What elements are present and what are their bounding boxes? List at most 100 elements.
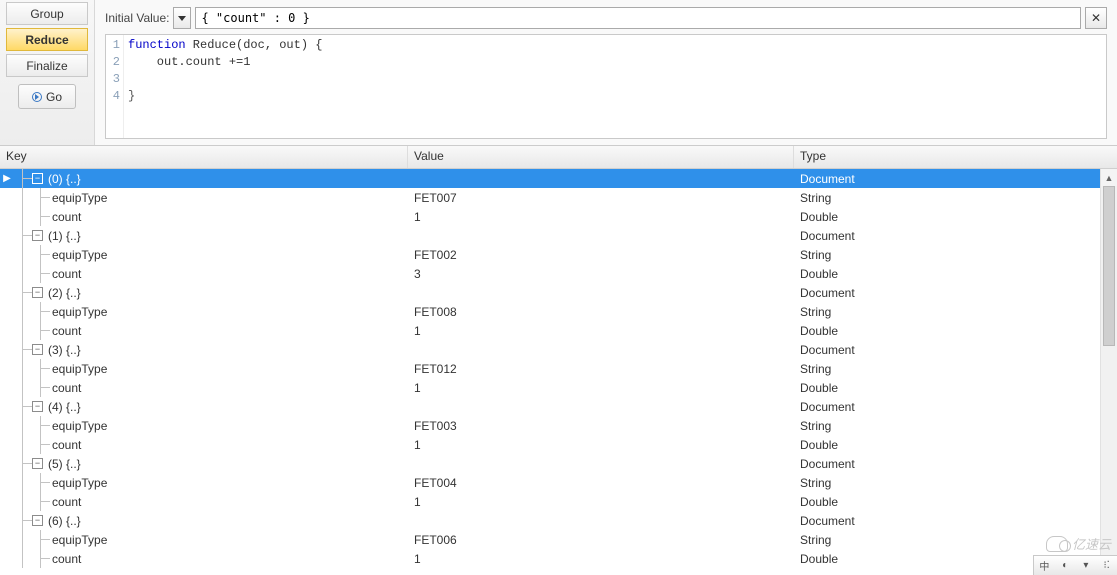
tree-field-row[interactable]: equipTypeFET006String — [0, 530, 1117, 549]
results-header: Key Value Type — [0, 146, 1117, 169]
column-type[interactable]: Type — [794, 146, 1117, 168]
field-type: Document — [794, 229, 1117, 243]
field-type: Double — [794, 324, 1117, 338]
field-value: FET006 — [408, 533, 794, 547]
field-type: Document — [794, 514, 1117, 528]
collapse-icon[interactable]: − — [32, 401, 43, 412]
tree-field-row[interactable]: count 1Double — [0, 321, 1117, 340]
scroll-up-icon[interactable]: ▲ — [1101, 169, 1117, 186]
tree-guide — [32, 473, 50, 492]
column-key[interactable]: Key — [0, 146, 408, 168]
field-value: 3 — [408, 267, 794, 281]
initial-value-input[interactable] — [195, 7, 1081, 29]
tree-field-row[interactable]: count3Double — [0, 264, 1117, 283]
field-value: 1 — [408, 324, 794, 338]
doc-label: (6) {..} — [46, 514, 81, 528]
field-key: count — [50, 324, 81, 338]
field-key: equipType — [50, 248, 107, 262]
line-gutter: 1 2 3 4 — [106, 35, 124, 138]
field-type: Double — [794, 267, 1117, 281]
statusbar[interactable]: 中 ◐ ▾ ⁝⁚ — [1033, 555, 1117, 575]
tab-finalize[interactable]: Finalize — [6, 54, 88, 77]
field-value: 1 — [408, 495, 794, 509]
tree-document-row[interactable]: −(2) {..} Document — [0, 283, 1117, 302]
doc-label: (2) {..} — [46, 286, 81, 300]
tree-guide — [14, 359, 32, 378]
scroll-thumb[interactable] — [1103, 186, 1115, 346]
play-icon — [32, 92, 42, 102]
tree-document-row[interactable]: −(3) {..}Document — [0, 340, 1117, 359]
doc-label: (0) {..} — [46, 172, 81, 186]
tree-document-row[interactable]: −(4) {..}Document — [0, 397, 1117, 416]
results-panel: Key Value Type ▶−(0) {..}DocumentequipTy… — [0, 146, 1117, 575]
tree-guide — [14, 378, 32, 397]
tree-field-row[interactable]: equipTypeFET008String — [0, 302, 1117, 321]
tab-reduce[interactable]: Reduce — [6, 28, 88, 51]
tree-field-row[interactable]: equipTypeFET003String — [0, 416, 1117, 435]
field-key: equipType — [50, 305, 107, 319]
field-key: equipType — [50, 191, 107, 205]
tree-field-row[interactable]: count1Double — [0, 549, 1117, 568]
tree-field-row[interactable]: equipTypeFET004String — [0, 473, 1117, 492]
initial-value-label: Initial Value: — [105, 11, 169, 25]
tree-guide — [14, 169, 32, 188]
tree-guide — [14, 530, 32, 549]
tree-field-row[interactable]: count1Double — [0, 435, 1117, 454]
field-value: FET003 — [408, 419, 794, 433]
tab-sidebar: Group Reduce Finalize Go — [0, 0, 95, 145]
collapse-icon[interactable]: − — [32, 173, 43, 184]
status-ime[interactable]: 中 — [1036, 558, 1052, 573]
tree-document-row[interactable]: −(1) {..}Document — [0, 226, 1117, 245]
status-caret[interactable]: ▾ — [1078, 560, 1094, 571]
tree-document-row[interactable]: −(5) {..}Document — [0, 454, 1117, 473]
tree-guide — [32, 435, 50, 454]
doc-label: (3) {..} — [46, 343, 81, 357]
collapse-icon[interactable]: − — [32, 230, 43, 241]
tree-guide — [14, 302, 32, 321]
status-grip-icon[interactable]: ⁝⁚ — [1099, 560, 1115, 571]
tree-document-row[interactable]: −(6) {..} Document — [0, 511, 1117, 530]
field-type: Document — [794, 286, 1117, 300]
tree-field-row[interactable]: count1Double — [0, 492, 1117, 511]
field-key: equipType — [50, 476, 107, 490]
field-type: String — [794, 191, 1117, 205]
field-type: Document — [794, 400, 1117, 414]
column-value[interactable]: Value — [408, 146, 794, 168]
initial-value-dropdown[interactable] — [173, 7, 191, 29]
vertical-scrollbar[interactable]: ▲ ▼ — [1100, 169, 1117, 575]
tree-guide — [14, 416, 32, 435]
tree-guide — [14, 435, 32, 454]
field-key: equipType — [50, 533, 107, 547]
clear-button[interactable]: ✕ — [1085, 7, 1107, 29]
code-content[interactable]: function Reduce(doc, out) { out.count +=… — [124, 35, 326, 138]
tree-field-row[interactable]: equipTypeFET002String — [0, 245, 1117, 264]
field-key: equipType — [50, 419, 107, 433]
tree-guide — [14, 226, 32, 245]
collapse-icon[interactable]: − — [32, 515, 43, 526]
field-type: String — [794, 362, 1117, 376]
tree-field-row[interactable]: count1Double — [0, 378, 1117, 397]
tree-guide — [14, 321, 32, 340]
field-type: String — [794, 248, 1117, 262]
tree-guide — [14, 340, 32, 359]
tree-guide — [14, 511, 32, 530]
tree-field-row[interactable]: count1Double — [0, 207, 1117, 226]
tree-guide — [14, 397, 32, 416]
collapse-icon[interactable]: − — [32, 344, 43, 355]
code-text: out.count +=1 — [128, 55, 250, 69]
status-mode[interactable]: ◐ — [1057, 560, 1073, 571]
tree-document-row[interactable]: ▶−(0) {..}Document — [0, 169, 1117, 188]
tree-field-row[interactable]: equipTypeFET012String — [0, 359, 1117, 378]
go-button[interactable]: Go — [18, 84, 76, 109]
results-body[interactable]: ▶−(0) {..}DocumentequipTypeFET007String c… — [0, 169, 1117, 575]
collapse-icon[interactable]: − — [32, 458, 43, 469]
tree-guide — [32, 321, 50, 340]
collapse-icon[interactable]: − — [32, 287, 43, 298]
field-key: count — [50, 210, 81, 224]
tree-guide — [32, 245, 50, 264]
line-number: 3 — [106, 71, 120, 88]
code-editor[interactable]: 1 2 3 4 function Reduce(doc, out) { out.… — [105, 34, 1107, 139]
tree-guide — [32, 207, 50, 226]
tab-group[interactable]: Group — [6, 2, 88, 25]
tree-field-row[interactable]: equipTypeFET007String — [0, 188, 1117, 207]
